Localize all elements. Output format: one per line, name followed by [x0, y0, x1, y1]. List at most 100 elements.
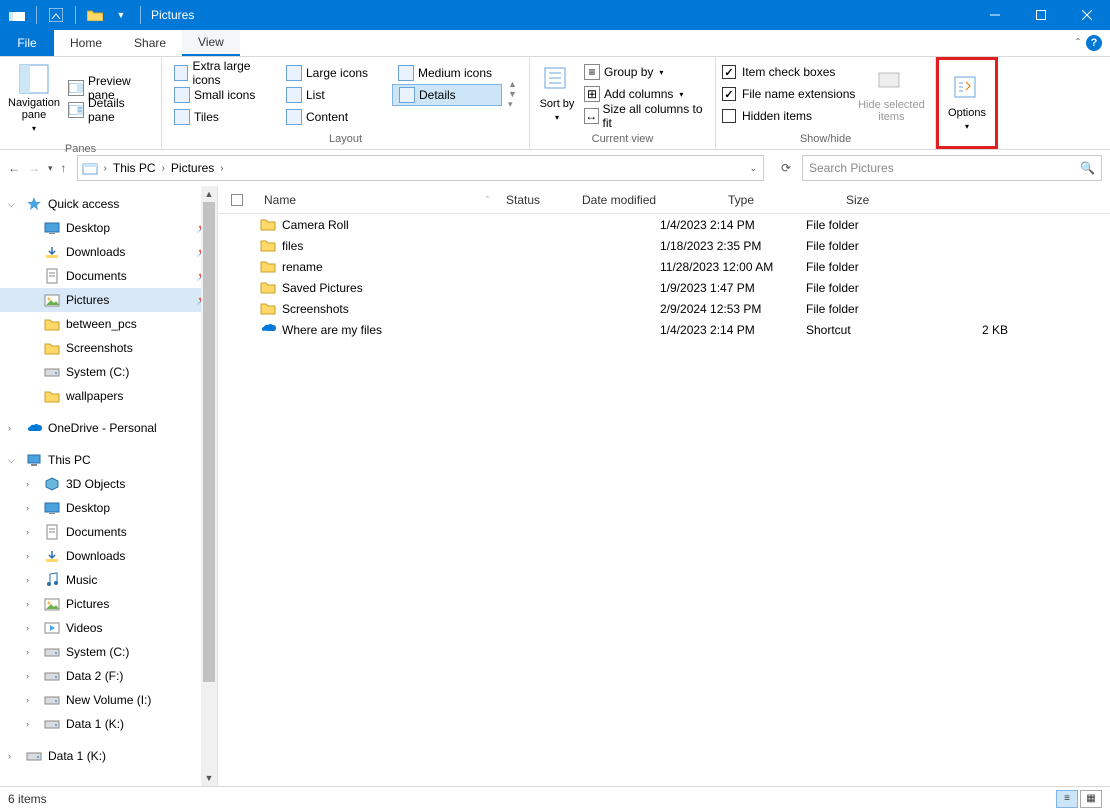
- file-extensions-toggle[interactable]: ✓File name extensions: [722, 83, 855, 105]
- tree-item-data-1-k-[interactable]: ›Data 1 (K:): [0, 744, 217, 768]
- expand-icon[interactable]: ›: [26, 527, 38, 537]
- scroll-up-icon[interactable]: ▲: [201, 186, 217, 202]
- layout-scroll-up-icon[interactable]: ▲: [508, 79, 517, 89]
- view-details-button[interactable]: ≡: [1056, 790, 1078, 808]
- expand-icon[interactable]: ›: [26, 647, 38, 657]
- view-large-icons-button[interactable]: ▦: [1080, 790, 1102, 808]
- expand-icon[interactable]: ›: [26, 599, 38, 609]
- tree-item-system-c-[interactable]: System (C:): [0, 360, 217, 384]
- tree-item-music[interactable]: ›Music: [0, 568, 217, 592]
- hidden-items-toggle[interactable]: Hidden items: [722, 105, 855, 127]
- tree-item-screenshots[interactable]: Screenshots: [0, 336, 217, 360]
- navigation-pane-button[interactable]: Navigation pane ▾: [6, 61, 62, 137]
- size-columns-button[interactable]: ↔Size all columns to fit: [578, 105, 709, 127]
- tree-item-wallpapers[interactable]: wallpapers: [0, 384, 217, 408]
- tree-item-data-1-k-[interactable]: ›Data 1 (K:): [0, 712, 217, 736]
- breadcrumb-chevron-icon[interactable]: ›: [102, 163, 109, 174]
- expand-icon[interactable]: ⌵: [8, 455, 20, 466]
- column-name[interactable]: Nameˆ: [256, 193, 498, 207]
- expand-icon[interactable]: ›: [26, 719, 38, 729]
- tree-item-documents[interactable]: Documents📌: [0, 264, 217, 288]
- scrollbar-thumb[interactable]: [203, 202, 215, 682]
- breadcrumb-this-pc[interactable]: This PC: [109, 161, 160, 175]
- history-dropdown-icon[interactable]: ▾: [48, 163, 53, 174]
- tree-item-data-2-f-[interactable]: ›Data 2 (F:): [0, 664, 217, 688]
- column-checkbox[interactable]: [218, 194, 256, 206]
- group-by-button[interactable]: ≡Group by▾: [578, 61, 709, 83]
- layout-option-large-icons[interactable]: Large icons: [280, 62, 390, 84]
- expand-icon[interactable]: ›: [26, 503, 38, 513]
- file-row[interactable]: rename11/28/2023 12:00 AMFile folder: [218, 256, 1110, 277]
- expand-icon[interactable]: ›: [26, 551, 38, 561]
- file-row[interactable]: Screenshots2/9/2024 12:53 PMFile folder: [218, 298, 1110, 319]
- address-dropdown-icon[interactable]: ⌄: [749, 163, 757, 174]
- forward-button[interactable]: →: [28, 161, 40, 175]
- layout-more-icon[interactable]: ▾: [508, 99, 517, 110]
- tree-item-videos[interactable]: ›Videos: [0, 616, 217, 640]
- maximize-button[interactable]: [1018, 0, 1064, 30]
- qat-dropdown-icon[interactable]: ▼: [110, 4, 132, 26]
- tree-item-3d-objects[interactable]: ›3D Objects: [0, 472, 217, 496]
- refresh-button[interactable]: ⟳: [774, 155, 798, 181]
- tree-scrollbar[interactable]: ▲ ▼: [201, 186, 217, 786]
- tree-item-this-pc[interactable]: ⌵This PC: [0, 448, 217, 472]
- column-status[interactable]: Status: [498, 193, 574, 207]
- tree-item-pictures[interactable]: ›Pictures: [0, 592, 217, 616]
- tree-item-documents[interactable]: ›Documents: [0, 520, 217, 544]
- expand-icon[interactable]: ›: [26, 671, 38, 681]
- expand-icon[interactable]: ›: [26, 479, 38, 489]
- qat-folder-icon[interactable]: [84, 4, 106, 26]
- tab-share[interactable]: Share: [118, 30, 182, 56]
- expand-icon[interactable]: ›: [8, 751, 20, 761]
- breadcrumb-pictures[interactable]: Pictures: [167, 161, 218, 175]
- file-row[interactable]: files1/18/2023 2:35 PMFile folder: [218, 235, 1110, 256]
- options-button[interactable]: Options ▾: [941, 71, 993, 135]
- layout-option-content[interactable]: Content: [280, 106, 390, 128]
- tree-item-system-c-[interactable]: ›System (C:): [0, 640, 217, 664]
- help-icon[interactable]: ?: [1086, 35, 1102, 51]
- layout-option-tiles[interactable]: Tiles: [168, 106, 278, 128]
- tree-item-onedrive-personal[interactable]: ›OneDrive - Personal: [0, 416, 217, 440]
- breadcrumb-chevron-icon[interactable]: ›: [160, 163, 167, 174]
- tree-item-desktop[interactable]: Desktop📌: [0, 216, 217, 240]
- tree-item-downloads[interactable]: Downloads📌: [0, 240, 217, 264]
- expand-icon[interactable]: ›: [26, 695, 38, 705]
- scroll-down-icon[interactable]: ▼: [201, 770, 217, 786]
- tree-item-pictures[interactable]: Pictures📌: [0, 288, 217, 312]
- tree-item-between-pcs[interactable]: between_pcs: [0, 312, 217, 336]
- layout-option-extra-large-icons[interactable]: Extra large icons: [168, 62, 278, 84]
- expand-icon[interactable]: ⌵: [8, 199, 20, 210]
- layout-option-list[interactable]: List: [280, 84, 390, 106]
- details-pane-button[interactable]: Details pane: [62, 99, 155, 121]
- tab-view[interactable]: View: [182, 30, 240, 56]
- file-row[interactable]: Camera Roll1/4/2023 2:14 PMFile folder: [218, 214, 1110, 235]
- close-button[interactable]: [1064, 0, 1110, 30]
- tree-item-desktop[interactable]: ›Desktop: [0, 496, 217, 520]
- qat-properties-icon[interactable]: [45, 4, 67, 26]
- back-button[interactable]: ←: [8, 161, 20, 175]
- hide-selected-button[interactable]: Hide selected items: [855, 61, 927, 127]
- layout-scroll-down-icon[interactable]: ▼: [508, 89, 517, 99]
- column-date[interactable]: Date modified: [574, 193, 720, 207]
- layout-option-details[interactable]: Details: [392, 84, 502, 106]
- tree-item-new-volume-i-[interactable]: ›New Volume (I:): [0, 688, 217, 712]
- minimize-button[interactable]: [972, 0, 1018, 30]
- search-input[interactable]: Search Pictures 🔍: [802, 155, 1102, 181]
- layout-option-small-icons[interactable]: Small icons: [168, 84, 278, 106]
- file-tab[interactable]: File: [0, 30, 54, 56]
- sort-by-button[interactable]: Sort by ▾: [536, 61, 578, 127]
- tree-item-quick-access[interactable]: ⌵Quick access: [0, 192, 217, 216]
- expand-icon[interactable]: ›: [26, 623, 38, 633]
- tree-item-downloads[interactable]: ›Downloads: [0, 544, 217, 568]
- breadcrumb-chevron-icon[interactable]: ›: [218, 163, 225, 174]
- collapse-ribbon-icon[interactable]: ˆ: [1076, 36, 1080, 50]
- file-row[interactable]: Saved Pictures1/9/2023 1:47 PMFile folde…: [218, 277, 1110, 298]
- file-row[interactable]: Where are my files1/4/2023 2:14 PMShortc…: [218, 319, 1110, 340]
- address-bar[interactable]: › This PC › Pictures › ⌄: [77, 155, 764, 181]
- up-button[interactable]: ↑: [61, 161, 67, 175]
- column-size[interactable]: Size: [838, 193, 918, 207]
- layout-option-medium-icons[interactable]: Medium icons: [392, 62, 502, 84]
- column-type[interactable]: Type: [720, 193, 838, 207]
- expand-icon[interactable]: ›: [8, 423, 20, 433]
- item-check-boxes-toggle[interactable]: ✓Item check boxes: [722, 61, 855, 83]
